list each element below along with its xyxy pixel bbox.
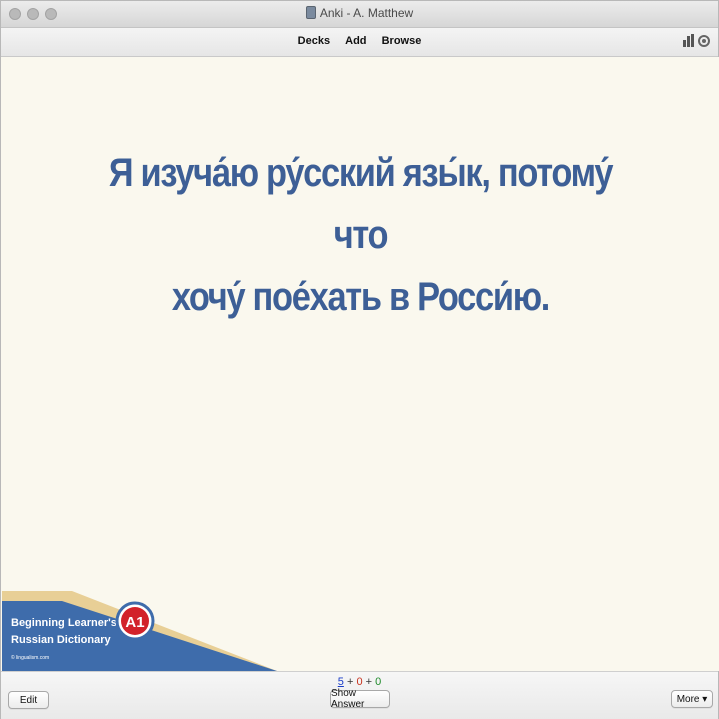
dictionary-banner: Beginning Learner's Russian Dictionary ©… (2, 591, 277, 671)
show-answer-button[interactable]: Show Answer (330, 688, 390, 710)
level-badge-label: A1 (125, 614, 144, 631)
banner-website: © lingualism.com (11, 654, 49, 661)
edit-button[interactable]: Edit (8, 691, 49, 709)
learning-count: 0 (356, 676, 363, 688)
banner-title-line-1: Beginning Learner's (11, 617, 117, 629)
toolbar-nav: Decks Add Browse (1, 35, 718, 47)
due-counts: 5 + 0 + 0 (1, 676, 718, 688)
sync-icon[interactable] (698, 34, 710, 47)
toolbar-icons (683, 34, 710, 47)
stats-icon[interactable] (683, 34, 694, 47)
card-area: Я изуча́ю ру́сский язы́к, потому́ что хо… (2, 57, 719, 671)
add-link[interactable]: Add (345, 35, 366, 47)
decks-link[interactable]: Decks (298, 35, 330, 47)
more-button[interactable]: More ▾ (671, 690, 713, 708)
question-line-1: Я изуча́ю ру́сский язы́к, потому́ что (108, 151, 614, 257)
banner-title-line-2: Russian Dictionary (11, 634, 112, 646)
review-count: 0 (375, 676, 382, 688)
window-title: Anki - A. Matthew (319, 6, 414, 20)
card-question: Я изуча́ю ру́сский язы́к, потому́ что хо… (87, 142, 635, 328)
anki-window: Anki - A. Matthew Decks Add Browse Я изу… (0, 0, 719, 719)
anki-app-icon (305, 6, 316, 19)
question-line-2: хочу́ пое́хать в Росси́ю. (171, 275, 550, 319)
count-separator-2: + (365, 676, 373, 688)
window-title-wrap: Anki - A. Matthew (1, 6, 718, 20)
browse-link[interactable]: Browse (382, 35, 422, 47)
count-separator-1: + (346, 676, 354, 688)
title-bar: Anki - A. Matthew (1, 1, 718, 28)
review-footer: 5 + 0 + 0 Edit Show Answer More ▾ (1, 671, 718, 719)
main-toolbar: Decks Add Browse (1, 28, 718, 57)
new-count: 5 (337, 676, 344, 688)
